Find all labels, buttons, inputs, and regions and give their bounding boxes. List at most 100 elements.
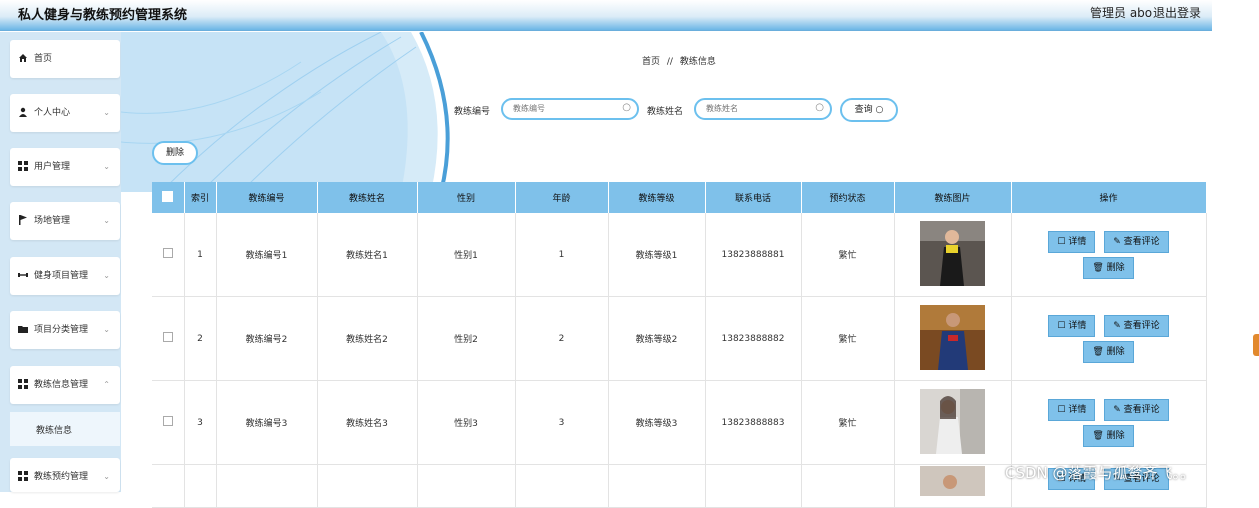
- cell-phone: 13823888882: [705, 296, 802, 381]
- row-checkbox[interactable]: [162, 248, 173, 258]
- cell-gender: 性别1: [417, 213, 516, 297]
- cell-age: 1: [515, 213, 609, 297]
- sidebar-item-venue-management[interactable]: 场地管理 ⌄: [10, 202, 120, 240]
- table-header: 索引 教练编号 教练姓名 性别 年龄 教练等级 联系电话 预约状态 教练图片 操…: [152, 182, 1207, 213]
- query-button[interactable]: 查询 ○: [840, 98, 898, 122]
- current-user: 管理员 abo: [1090, 6, 1153, 20]
- search-icon: ○: [815, 102, 824, 113]
- sidebar-item-label: 场地管理: [34, 216, 71, 226]
- coach-photo[interactable]: [920, 304, 985, 370]
- cell-index: 1: [184, 213, 217, 297]
- coach-no-label: 教练编号: [454, 107, 491, 117]
- watermark: CSDN @落霞与孤鹜齐飞。。: [1005, 464, 1196, 482]
- row-checkbox[interactable]: [162, 332, 173, 342]
- coach-no-input[interactable]: [511, 103, 620, 114]
- top-bar: 私人健身与教练预约管理系统 管理员 abo 退出登录: [0, 0, 1212, 31]
- detail-label: 详情: [1068, 320, 1087, 331]
- coach-table: 索引 教练编号 教练姓名 性别 年龄 教练等级 联系电话 预约状态 教练图片 操…: [152, 182, 1207, 508]
- edge-marker: [1253, 334, 1259, 356]
- detail-button[interactable]: ☐ 详情: [1048, 230, 1096, 253]
- delete-button[interactable]: 🗑 删除: [1083, 256, 1134, 279]
- person-icon: [18, 107, 28, 117]
- cell-index: 2: [184, 296, 217, 381]
- sidebar-item-label: 健身项目管理: [34, 271, 89, 281]
- coach-photo[interactable]: [920, 220, 985, 286]
- cell-coach-name: 教练姓名3: [317, 380, 418, 465]
- column-header: 性别: [417, 182, 516, 213]
- column-header: 操作: [1011, 182, 1207, 213]
- grid-icon: [18, 161, 28, 171]
- view-comment-button[interactable]: ✎ 查看评论: [1104, 398, 1169, 421]
- cell-age: 2: [515, 296, 609, 381]
- cell-status: 繁忙: [801, 213, 895, 297]
- breadcrumb: 首页 // 教练信息: [642, 54, 716, 67]
- cell-actions: ☐ 详情 ✎ 查看评论 🗑 删除: [1011, 380, 1207, 465]
- column-header: 年龄: [515, 182, 609, 213]
- sidebar-item-personal-center[interactable]: 个人中心 ⌄: [10, 94, 120, 132]
- search-icon: ○: [875, 105, 884, 115]
- chevron-down-icon: ⌄: [103, 325, 110, 334]
- folder-icon: [18, 324, 28, 334]
- cell-coach-name: 教练姓名2: [317, 296, 418, 381]
- breadcrumb-home[interactable]: 首页: [642, 57, 660, 67]
- cell-level: 教练等级1: [608, 213, 706, 297]
- sidebar-subitem-coach-info[interactable]: 教练信息: [10, 412, 120, 446]
- detail-button[interactable]: ☐ 详情: [1048, 314, 1096, 337]
- grid-icon: [18, 379, 28, 389]
- view-comment-label: 查看评论: [1123, 320, 1160, 331]
- app-title: 私人健身与教练预约管理系统: [18, 8, 188, 23]
- cell-coach-no: 教练编号2: [216, 296, 318, 381]
- cell-coach-no: 教练编号3: [216, 380, 318, 465]
- dumbbell-icon: [18, 270, 28, 280]
- row-checkbox[interactable]: [162, 416, 173, 426]
- cell-gender: 性别2: [417, 296, 516, 381]
- view-comment-button[interactable]: ✎ 查看评论: [1104, 230, 1169, 253]
- view-comment-label: 查看评论: [1123, 236, 1160, 247]
- coach-name-input[interactable]: [704, 103, 813, 114]
- chevron-down-icon: ⌄: [103, 108, 110, 117]
- logout-link[interactable]: 退出登录: [1153, 4, 1201, 21]
- delete-button[interactable]: 🗑 删除: [1083, 424, 1134, 447]
- cell-phone: 13823888881: [705, 213, 802, 297]
- column-header: 教练编号: [216, 182, 318, 213]
- chevron-down-icon: ⌄: [103, 472, 110, 481]
- column-header: 预约状态: [801, 182, 895, 213]
- sidebar-item-label: 个人中心: [34, 108, 71, 118]
- delete-label: 删除: [1106, 346, 1125, 357]
- cell-actions: ☐ 详情 ✎ 查看评论 🗑 删除: [1011, 296, 1207, 381]
- chevron-down-icon: ⌄: [103, 271, 110, 280]
- column-header: 联系电话: [705, 182, 802, 213]
- view-comment-button[interactable]: ✎ 查看评论: [1104, 314, 1169, 337]
- delete-button[interactable]: 🗑 删除: [1083, 340, 1134, 363]
- select-all-checkbox[interactable]: [162, 190, 174, 202]
- coach-no-field[interactable]: ○: [501, 98, 639, 120]
- coach-name-label: 教练姓名: [647, 107, 684, 117]
- cell-coach-no: 教练编号1: [216, 213, 318, 297]
- cell-photo: [894, 464, 1012, 508]
- sidebar-item-home[interactable]: 首页: [10, 40, 120, 78]
- detail-button[interactable]: ☐ 详情: [1048, 398, 1096, 421]
- chevron-down-icon: ⌄: [103, 216, 110, 225]
- coach-name-field[interactable]: ○: [694, 98, 832, 120]
- detail-label: 详情: [1068, 236, 1087, 247]
- sidebar-item-user-management[interactable]: 用户管理 ⌄: [10, 148, 120, 186]
- chevron-down-icon: ⌄: [103, 162, 110, 171]
- sidebar-item-label: 教练信息管理: [34, 380, 89, 390]
- sidebar-item-label: 项目分类管理: [34, 325, 89, 335]
- sidebar-item-coach-booking-management[interactable]: 教练预约管理 ⌄: [10, 458, 120, 492]
- batch-delete-button[interactable]: 删除: [152, 141, 198, 165]
- sidebar-item-coach-info-management[interactable]: 教练信息管理 ⌃: [10, 366, 120, 404]
- coach-photo[interactable]: [920, 388, 985, 454]
- delete-label: 删除: [1106, 262, 1125, 273]
- flag-icon: [18, 215, 28, 225]
- sidebar-item-label: 用户管理: [34, 162, 71, 172]
- home-icon: [18, 53, 28, 63]
- column-header: 教练等级: [608, 182, 706, 213]
- cell-status: 繁忙: [801, 296, 895, 381]
- cell-level: 教练等级3: [608, 380, 706, 465]
- select-all-cell[interactable]: [152, 182, 185, 213]
- sidebar-item-fitness-project-management[interactable]: 健身项目管理 ⌄: [10, 257, 120, 295]
- breadcrumb-separator: //: [666, 57, 673, 67]
- sidebar-item-category-management[interactable]: 项目分类管理 ⌄: [10, 311, 120, 349]
- cell-status: 繁忙: [801, 380, 895, 465]
